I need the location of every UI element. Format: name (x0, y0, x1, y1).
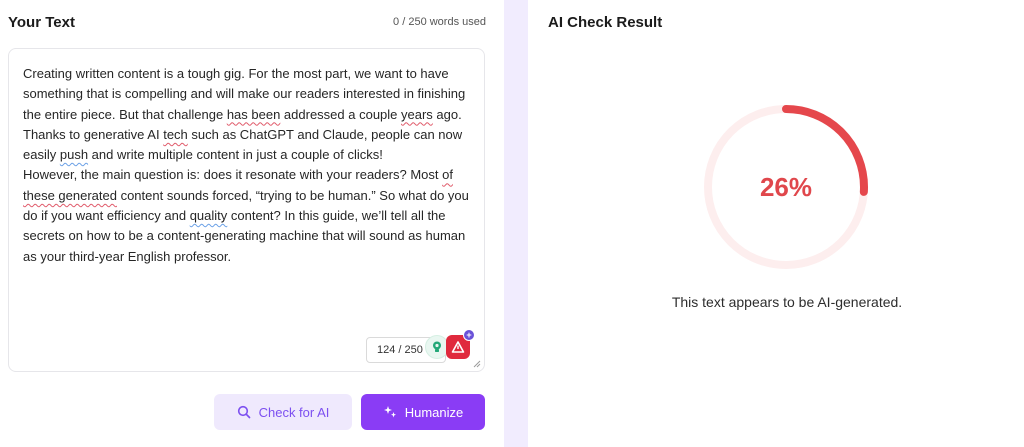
result-panel: AI Check Result 26% This text appears to… (528, 0, 1024, 447)
text-segment: and write multiple content in just a cou… (88, 147, 383, 163)
text-segment: addressed a couple (280, 106, 402, 122)
humanize-label: Humanize (404, 404, 464, 420)
editor-paragraph: Creating written content is a tough gig.… (23, 64, 473, 165)
result-title: AI Check Result (548, 14, 663, 31)
check-for-ai-button[interactable]: Check for AI (214, 394, 352, 430)
result-message: This text appears to be AI-generated. (671, 294, 903, 310)
text-segment: However, the main question is: does it r… (23, 167, 443, 183)
input-panel: Your Text 0 / 250 words used Creating wr… (0, 0, 504, 447)
spelling-flag: tech (163, 126, 188, 142)
editor-content[interactable]: Creating written content is a tough gig.… (23, 64, 473, 267)
warning-icon[interactable]: + (446, 329, 475, 359)
plus-badge-icon: + (463, 329, 475, 341)
resize-handle-icon[interactable] (473, 360, 481, 368)
grammar-flag: push (59, 147, 89, 163)
check-for-ai-label: Check for AI (258, 404, 330, 420)
word-usage-counter: 0 / 250 words used (393, 16, 486, 28)
sparkle-icon (383, 406, 396, 418)
ai-score-percentage: 26% (759, 172, 813, 202)
humanize-button[interactable]: Humanize (361, 394, 485, 430)
search-icon (237, 405, 250, 419)
input-title: Your Text (8, 14, 75, 31)
text-editor[interactable]: Creating written content is a tough gig.… (8, 48, 485, 372)
editor-paragraph: However, the main question is: does it r… (23, 165, 473, 266)
panel-divider (504, 0, 528, 447)
grammar-flag: quality (189, 208, 228, 224)
spelling-flag: has been (226, 106, 281, 122)
spelling-flag: years (401, 106, 433, 122)
